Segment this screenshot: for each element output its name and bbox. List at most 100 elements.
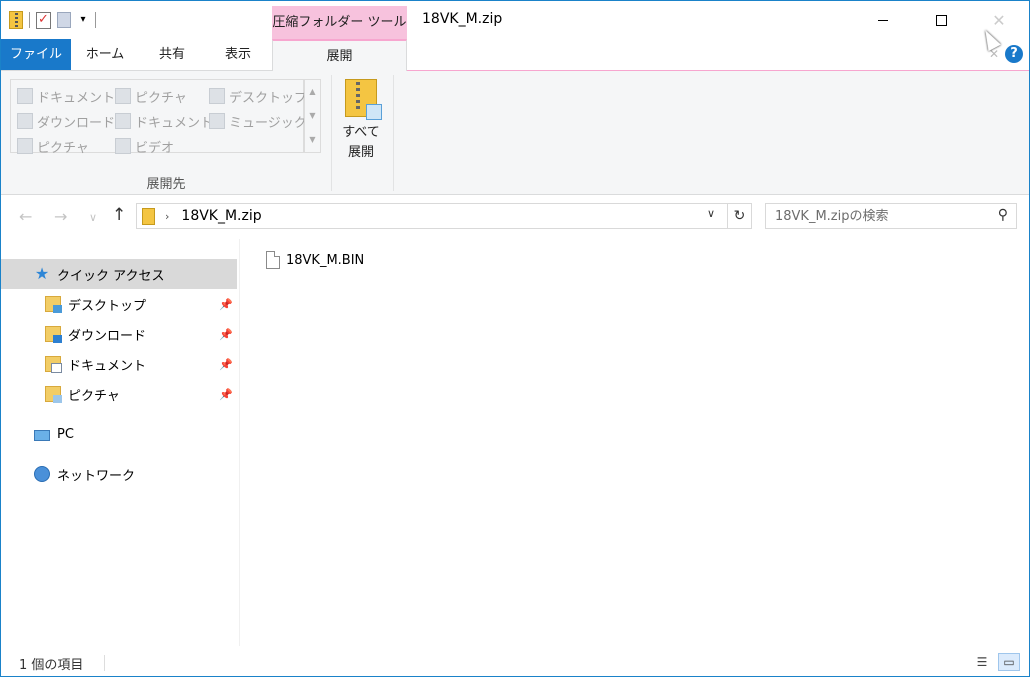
extract-to-gallery: ドキュメント ピクチャ デスクトップ ダウンロード ドキュメント ミュージック … (10, 79, 307, 156)
gallery-item-label: ドキュメント (37, 90, 116, 106)
gallery-item-label: ビデオ (135, 140, 175, 156)
gallery-scroll: ▲ ▼ ▼ (304, 79, 321, 153)
properties-icon[interactable]: ✓ (36, 11, 51, 29)
explorer-window: ✓ ▾ 圧縮フォルダー ツール 18VK_M.zip ✕ ファイル ホーム 共有… (0, 0, 1030, 677)
nav-item-documents[interactable]: ドキュメント 📌 (1, 349, 237, 379)
minimize-button[interactable] (860, 1, 906, 39)
extract-all-label-line2: 展開 (347, 145, 374, 160)
nav-item-label: ピクチャ (68, 388, 120, 404)
gallery-item-documents-2[interactable]: ドキュメント (115, 110, 213, 132)
navigation-pane: ★ クイック アクセス デスクトップ 📌 ダウンロード 📌 ドキュメント 📌 ピ… (1, 239, 239, 646)
back-arrow-icon[interactable]: ← (19, 207, 32, 226)
star-icon: ★ (34, 264, 50, 283)
breadcrumb-current[interactable]: 18VK_M.zip (181, 208, 261, 224)
nav-item-downloads[interactable]: ダウンロード 📌 (1, 319, 237, 349)
tab-extract[interactable]: 展開 (272, 39, 407, 72)
details-view-icon[interactable]: ☰ (972, 653, 992, 671)
pictures-folder-icon (45, 386, 62, 403)
nav-item-pc[interactable]: PC (1, 419, 237, 449)
address-dropdown-icon[interactable]: ∨ (707, 207, 715, 220)
nav-item-desktop[interactable]: デスクトップ 📌 (1, 289, 237, 319)
ribbon-group-separator (393, 75, 394, 191)
pin-icon[interactable]: 📌 (219, 298, 233, 311)
quick-access-toolbar: ✓ ▾ (9, 9, 96, 31)
maximize-icon (935, 14, 947, 26)
pin-icon[interactable]: 📌 (219, 388, 233, 401)
desktop-folder-icon (45, 296, 62, 313)
forward-arrow-icon[interactable]: → (54, 207, 67, 226)
window-title: 18VK_M.zip (422, 11, 503, 27)
nav-item-label: ドキュメント (68, 358, 147, 374)
tab-share[interactable]: 共有 (144, 39, 200, 70)
gallery-item-desktop[interactable]: デスクトップ (209, 85, 307, 107)
zip-folder-icon (9, 11, 23, 29)
extract-all-icon (345, 79, 382, 120)
breadcrumb-chevron-icon[interactable]: › (165, 210, 169, 223)
gallery-expand-icon[interactable]: ▼ (305, 128, 320, 152)
search-icon[interactable]: ⚲ (998, 207, 1008, 223)
nav-item-label: PC (57, 426, 74, 442)
gallery-item-pictures-2[interactable]: ピクチャ (17, 135, 89, 157)
title-bar: ✓ ▾ 圧縮フォルダー ツール 18VK_M.zip ✕ (1, 1, 1029, 39)
address-bar[interactable]: › 18VK_M.zip (136, 203, 728, 229)
downloads-icon (17, 113, 33, 129)
gallery-item-label: ダウンロード (37, 115, 116, 131)
computer-icon (34, 429, 50, 441)
new-folder-icon[interactable] (57, 12, 71, 28)
nav-item-network[interactable]: ネットワーク (1, 459, 237, 489)
pin-icon[interactable]: 📌 (219, 358, 233, 371)
gallery-item-label: ドキュメント (135, 115, 214, 131)
tab-file[interactable]: ファイル (1, 39, 71, 70)
pictures-icon (115, 88, 131, 104)
ribbon-tabs: ファイル ホーム 共有 表示 展開 (1, 39, 1029, 72)
extract-all-button[interactable]: すべて 展開 (337, 77, 385, 165)
toolbar-separator (29, 12, 30, 28)
gallery-item-downloads[interactable]: ダウンロード (17, 110, 115, 132)
help-icon[interactable]: ? (1005, 45, 1023, 63)
refresh-icon[interactable]: ↻ (728, 203, 752, 229)
file-list: 18VK_M.BIN (240, 239, 1029, 646)
gallery-item-pictures[interactable]: ピクチャ (115, 85, 187, 107)
nav-item-label: ネットワーク (57, 468, 136, 484)
ribbon-group-label: 展開先 (146, 177, 186, 192)
address-row: ← → ∨ ↑ › 18VK_M.zip ∨ ↻ ⚲ (1, 195, 1029, 239)
documents-icon (17, 88, 33, 104)
nav-item-pictures[interactable]: ピクチャ 📌 (1, 379, 237, 409)
gallery-item-videos[interactable]: ビデオ (115, 135, 174, 157)
gallery-scroll-down-icon[interactable]: ▼ (305, 104, 320, 128)
gallery-scroll-up-icon[interactable]: ▲ (305, 80, 320, 104)
network-icon (34, 466, 50, 482)
pictures-icon (17, 138, 33, 154)
search-input[interactable] (775, 207, 980, 225)
ribbon-panel: ドキュメント ピクチャ デスクトップ ダウンロード ドキュメント ミュージック … (1, 71, 1029, 195)
nav-item-quick-access[interactable]: ★ クイック アクセス (1, 259, 237, 289)
pin-icon[interactable]: 📌 (219, 328, 233, 341)
maximize-button[interactable] (918, 1, 964, 39)
documents-folder-icon (45, 356, 62, 373)
gallery-item-label: ピクチャ (135, 90, 187, 106)
documents-icon (115, 113, 131, 129)
music-icon (209, 113, 225, 129)
desktop-icon (209, 88, 225, 104)
gallery-item-music[interactable]: ミュージック (209, 110, 307, 132)
contextual-tab-title: 圧縮フォルダー ツール (272, 6, 407, 39)
recent-locations-chevron-icon[interactable]: ∨ (89, 211, 97, 224)
nav-item-label: デスクトップ (68, 298, 147, 314)
status-bar: 1 個の項目 ☰ ▭ (1, 647, 1029, 676)
large-icons-view-icon[interactable]: ▭ (998, 653, 1020, 671)
videos-icon (115, 138, 131, 154)
tab-home[interactable]: ホーム (79, 39, 131, 70)
up-arrow-icon[interactable]: ↑ (112, 205, 126, 225)
downloads-folder-icon (45, 326, 62, 343)
file-name: 18VK_M.BIN (286, 252, 365, 268)
gallery-item-label: ミュージック (229, 115, 307, 131)
customize-toolbar-icon[interactable]: ▾ (77, 12, 89, 28)
tab-view[interactable]: 表示 (213, 39, 263, 70)
gallery-item-label: ピクチャ (37, 140, 89, 156)
zip-folder-icon (142, 207, 155, 225)
search-box[interactable]: ⚲ (765, 203, 1017, 229)
gallery-item-documents[interactable]: ドキュメント (17, 85, 115, 107)
ribbon-group-separator (331, 75, 332, 191)
file-icon (266, 251, 280, 269)
file-item[interactable]: 18VK_M.BIN (266, 249, 364, 271)
